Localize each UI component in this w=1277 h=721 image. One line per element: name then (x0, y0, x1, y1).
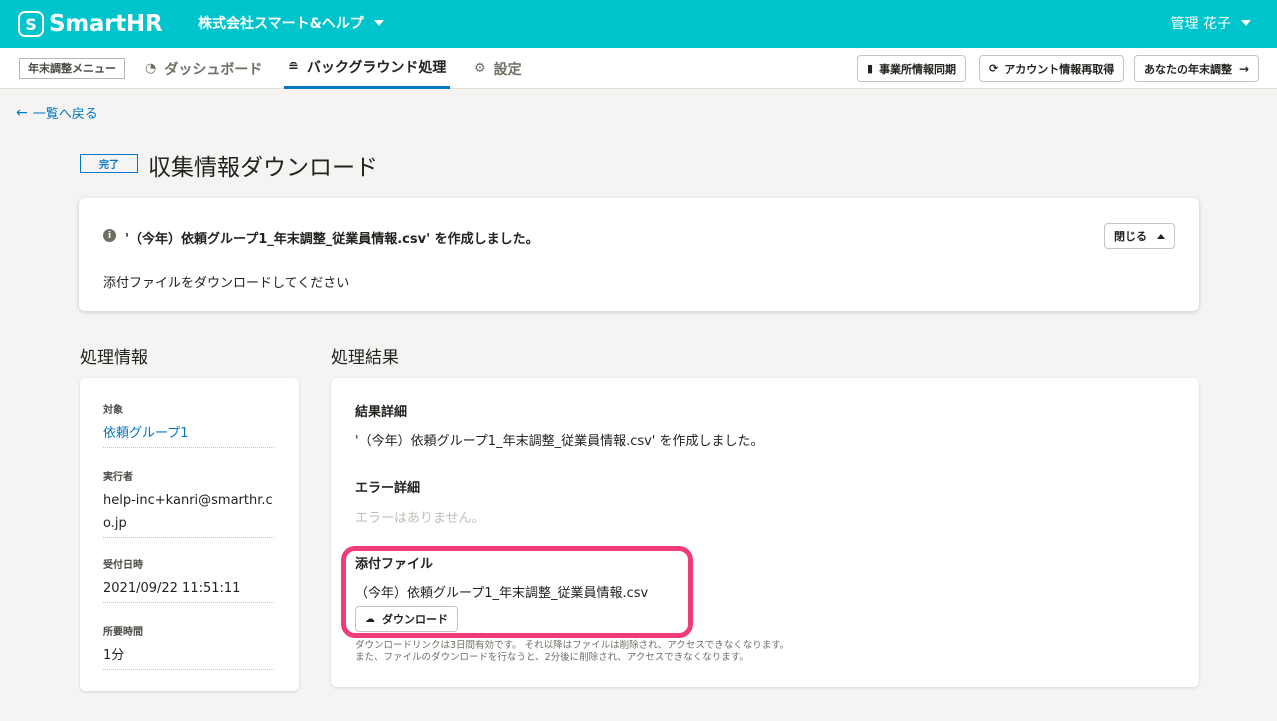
duration-value: 1分 (103, 648, 125, 663)
building-icon: ▮ (867, 62, 874, 75)
smarthr-logo[interactable]: S SmartHR (18, 10, 163, 38)
tab-label: 設定 (493, 61, 522, 78)
arrow-left-icon: ← (16, 104, 28, 121)
tab-dashboard[interactable]: ◔ ダッシュボード (145, 48, 262, 89)
company-switcher[interactable]: 株式会社スマート&ヘルプ (198, 13, 384, 33)
back-link-label: 一覧へ戻る (32, 107, 98, 122)
notice-panel: i '（今年）依頼グループ1_年末調整_従業員情報.csv' を作成しました。 … (79, 198, 1199, 311)
tab-label: バックグラウンド処理 (306, 60, 447, 76)
target-link[interactable]: 依頼グループ1 (103, 422, 274, 447)
download-note-line: また、ファイルのダウンロードを行なうと、2分後に削除され、アクセスできなくなりま… (355, 652, 749, 663)
executor-value: help-inc+kanri@smarthr.co.jp (103, 493, 273, 531)
gauge-icon: ◔ (145, 61, 157, 76)
menu-label: 年末調整メニュー (19, 58, 125, 79)
info-label: 実行者 (103, 472, 133, 483)
error-label: エラー詳細 (355, 481, 421, 496)
received-at-value: 2021/09/22 11:51:11 (103, 581, 241, 596)
button-label: アカウント情報再取得 (1004, 62, 1115, 76)
info-executor: 実行者 help-inc+kanri@smarthr.co.jp (103, 468, 274, 538)
logo-mark-icon: S (18, 11, 44, 37)
status-badge: 完了 (80, 154, 138, 173)
sync-office-button[interactable]: ▮ 事業所情報同期 (857, 55, 967, 82)
refetch-account-button[interactable]: ⟳ アカウント情報再取得 (979, 55, 1125, 82)
tab-settings[interactable]: ⚙ 設定 (474, 48, 522, 89)
button-label: あなたの年末調整 (1144, 62, 1232, 76)
result-section-title: 処理結果 (331, 348, 399, 368)
info-received-at: 受付日時 2021/09/22 11:51:11 (103, 556, 274, 603)
highlight-annotation (341, 546, 693, 638)
info-duration: 所要時間 1分 (103, 623, 274, 670)
tab-background-processing[interactable]: ≘ バックグラウンド処理 (284, 48, 451, 89)
processing-result-panel: 結果詳細 '（今年）依頼グループ1_年末調整_従業員情報.csv' を作成しまし… (331, 378, 1199, 687)
info-label: 所要時間 (103, 627, 143, 638)
processing-info-panel: 対象 依頼グループ1 実行者 help-inc+kanri@smarthr.co… (80, 378, 299, 691)
chevron-down-icon (1241, 20, 1251, 26)
top-header: S SmartHR 株式会社スマート&ヘルプ 管理 花子 (0, 0, 1277, 48)
user-name: 管理 花子 (1170, 16, 1231, 32)
page-title: 収集情報ダウンロード (148, 155, 378, 181)
tab-label: ダッシュボード (164, 61, 263, 78)
back-to-list-link[interactable]: ← 一覧へ戻る (16, 103, 98, 123)
info-label: 対象 (103, 405, 123, 416)
detail-value: '（今年）依頼グループ1_年末調整_従業員情報.csv' を作成しました。 (355, 434, 764, 449)
error-value: エラーはありません。 (355, 511, 485, 526)
arrow-right-icon: → (1239, 61, 1250, 76)
button-label: 事業所情報同期 (879, 62, 957, 76)
chevron-down-icon (373, 20, 384, 26)
download-note-line: ダウンロードリンクは3日間有効です。 それ以降はファイルは削除され、アクセスでき… (355, 640, 790, 651)
notice-body: 添付ファイルをダウンロードしてください (103, 276, 350, 291)
info-icon: i (103, 229, 116, 242)
gear-icon: ⚙ (474, 61, 486, 76)
database-icon: ≘ (288, 59, 299, 75)
info-section-title: 処理情報 (80, 348, 148, 368)
user-menu[interactable]: 管理 花子 (1171, 13, 1251, 33)
notice-heading: '（今年）依頼グループ1_年末調整_従業員情報.csv' を作成しました。 (125, 232, 539, 247)
detail-label: 結果詳細 (355, 405, 408, 420)
info-target: 対象 依頼グループ1 (103, 401, 274, 448)
close-label: 閉じる (1114, 230, 1147, 243)
logo-text: SmartHR (49, 11, 163, 37)
info-label: 受付日時 (103, 560, 143, 571)
chevron-up-icon (1157, 233, 1165, 239)
refresh-icon: ⟳ (989, 62, 999, 75)
sub-navigation: 年末調整メニュー ◔ ダッシュボード ≘ バックグラウンド処理 ⚙ 設定 ▮ 事… (0, 48, 1277, 89)
company-name: 株式会社スマート&ヘルプ (198, 16, 364, 32)
your-year-end-adjustment-button[interactable]: あなたの年末調整 → (1134, 55, 1260, 82)
close-notice-button[interactable]: 閉じる (1104, 223, 1175, 249)
download-note: ダウンロードリンクは3日間有効です。 それ以降はファイルは削除され、アクセスでき… (355, 640, 789, 664)
